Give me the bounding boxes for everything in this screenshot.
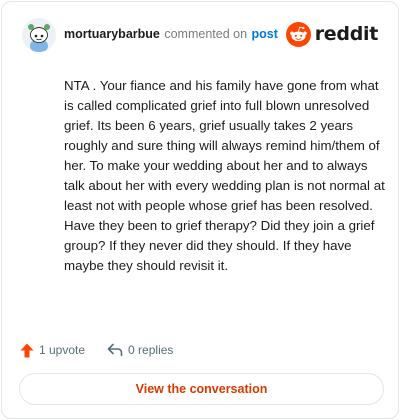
upvote-count[interactable]: 1 upvote — [20, 343, 85, 358]
avatar[interactable] — [22, 18, 56, 52]
comment-header: mortuarybarbue commented on post reddit — [22, 18, 380, 54]
replies-label: 0 replies — [128, 343, 174, 357]
reddit-logo[interactable]: reddit — [285, 21, 379, 47]
comment-body: NTA . Your fiance and his family have go… — [64, 78, 385, 273]
comment-footer: 1 upvote 0 replies — [20, 340, 195, 360]
comment-card: mortuarybarbue commented on post reddit … — [1, 1, 399, 419]
reddit-snoo-icon — [285, 21, 311, 47]
upvote-label: 1 upvote — [39, 343, 86, 357]
reddit-wordmark: reddit — [314, 23, 379, 45]
comment-verb: commented on — [164, 27, 248, 41]
view-conversation-button[interactable]: View the conversation — [19, 373, 384, 405]
username[interactable]: mortuarybarbue — [64, 27, 160, 41]
comment-meta: mortuarybarbue commented on post — [64, 27, 278, 41]
reply-count[interactable]: 0 replies — [107, 343, 173, 357]
avatar-icon — [22, 18, 56, 52]
reply-arrow-icon — [107, 343, 123, 357]
upvote-arrow-icon — [20, 343, 34, 357]
post-link[interactable]: post — [252, 27, 278, 41]
view-conversation-label: View the conversation — [135, 382, 268, 396]
